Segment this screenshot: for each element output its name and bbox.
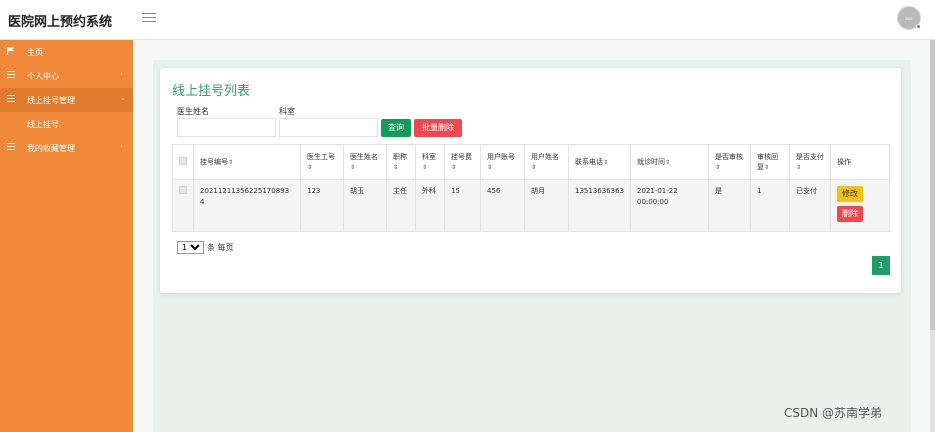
col-header[interactable]: 医生工号⇕ bbox=[300, 144, 344, 180]
sort-icon: ⇕ bbox=[665, 158, 671, 166]
sidebar-item-label: 线上挂号管理 bbox=[27, 96, 75, 105]
cell-id: 20211211356225170893 4 bbox=[193, 179, 301, 232]
sort-icon: ⇕ bbox=[531, 163, 537, 171]
batch-delete-button[interactable]: 批量删除 bbox=[414, 119, 462, 137]
sidebar-item-label: 我的收藏管理 bbox=[27, 144, 75, 153]
scrollbar-thumb[interactable] bbox=[930, 40, 935, 330]
app-title: 医院网上预约系统 bbox=[8, 15, 113, 30]
col-header[interactable]: 职称⇕ bbox=[386, 144, 416, 180]
col-header[interactable]: 医生姓名⇕ bbox=[343, 144, 387, 180]
per-page-suffix: 条 每页 bbox=[207, 243, 234, 252]
sidebar-item-label: 线上挂号 bbox=[27, 120, 59, 129]
pagination-page-1[interactable]: 1 bbox=[872, 256, 890, 275]
col-header[interactable]: 科室⇕ bbox=[415, 144, 445, 180]
sort-icon: ⇕ bbox=[393, 163, 399, 171]
edit-button[interactable]: 修改 bbox=[837, 186, 863, 202]
cell-actions: 修改 删除 bbox=[830, 179, 890, 232]
col-header[interactable]: 是否支付⇕ bbox=[789, 144, 831, 180]
sort-icon: ⇕ bbox=[603, 158, 609, 166]
col-header[interactable]: 联系电话⇕ bbox=[568, 144, 631, 180]
col-header[interactable]: 挂号费⇕ bbox=[444, 144, 481, 180]
sort-icon: ⇕ bbox=[422, 163, 428, 171]
sidebar-item-label: 主页 bbox=[27, 48, 43, 57]
cell-title: 主任 bbox=[386, 179, 416, 232]
sidebar-item-registration-manage[interactable]: 线上挂号管理 ⌄ bbox=[0, 88, 133, 112]
sidebar-item-personal-center[interactable]: 个人中心 ‹ bbox=[0, 64, 133, 88]
sidebar: 主页 个人中心 ‹ 线上挂号管理 ⌄ 线上挂号 我的收藏管理 ‹ bbox=[0, 40, 133, 432]
watermark: CSDN @苏南学弟 bbox=[784, 406, 883, 420]
chevron-down-icon: ⌄ bbox=[120, 94, 126, 102]
sort-icon: ⇕ bbox=[451, 163, 457, 171]
sort-icon: ⇕ bbox=[350, 163, 356, 171]
select-all-header[interactable] bbox=[172, 144, 194, 180]
cell-doctor-name: 胡玉 bbox=[343, 179, 387, 232]
list-icon bbox=[7, 143, 15, 151]
query-button[interactable]: 查询 bbox=[381, 119, 411, 137]
per-page-control: 10 条 每页 bbox=[177, 241, 234, 254]
list-icon bbox=[7, 71, 15, 79]
menu-toggle-icon[interactable] bbox=[142, 10, 156, 24]
delete-button[interactable]: 删除 bbox=[837, 206, 863, 222]
cell-reviewed: 是 bbox=[708, 179, 751, 232]
sort-icon: ⇕ bbox=[228, 158, 234, 166]
sort-icon: ⇕ bbox=[796, 163, 802, 171]
row-checkbox[interactable] bbox=[179, 186, 187, 194]
registration-table: 挂号编号⇕ 医生工号⇕ 医生姓名⇕ 职称⇕ 科室⇕ 挂号费⇕ 用户账号⇕ 用户姓… bbox=[172, 144, 890, 232]
sort-icon: ⇕ bbox=[764, 163, 770, 171]
sidebar-subitem-online-registration[interactable]: 线上挂号 bbox=[0, 112, 133, 136]
col-header[interactable]: 是否审核⇕ bbox=[708, 144, 751, 180]
sort-icon: ⇕ bbox=[487, 163, 493, 171]
col-header[interactable]: 用户账号⇕ bbox=[480, 144, 525, 180]
panel-title: 线上挂号列表 bbox=[172, 84, 251, 99]
col-header[interactable]: 挂号编号⇕ bbox=[193, 144, 301, 180]
cell-visit-time: 2021-01-22 00:00:00 bbox=[630, 179, 709, 232]
sort-icon: ⇕ bbox=[715, 163, 721, 171]
top-bar: 医院网上预约系统 bus bbox=[0, 0, 935, 40]
cell-user-name: 胡月 bbox=[524, 179, 569, 232]
cell-phone: 13513636363 bbox=[568, 179, 631, 232]
chevron-left-icon: ‹ bbox=[120, 70, 123, 78]
registration-list-panel: 线上挂号列表 医生姓名 科室 查询 批量删除 挂号编号⇕ 医生工号⇕ 医生姓名⇕… bbox=[160, 68, 901, 293]
select-all-checkbox[interactable] bbox=[179, 156, 187, 165]
col-header[interactable]: 就诊时间⇕ bbox=[630, 144, 709, 180]
cell-fee: 15 bbox=[444, 179, 481, 232]
department-input[interactable] bbox=[279, 118, 378, 137]
doctor-name-label: 医生姓名 bbox=[177, 107, 209, 116]
col-header[interactable]: 审核回复⇕ bbox=[750, 144, 790, 180]
list-icon bbox=[7, 95, 15, 103]
sidebar-item-favorites-manage[interactable]: 我的收藏管理 ‹ bbox=[0, 136, 133, 160]
cell-account: 456 bbox=[480, 179, 525, 232]
chevron-left-icon: ‹ bbox=[120, 142, 123, 150]
cell-dept: 外科 bbox=[415, 179, 445, 232]
department-label: 科室 bbox=[279, 107, 295, 116]
col-header[interactable]: 用户姓名⇕ bbox=[524, 144, 569, 180]
sidebar-item-home[interactable]: 主页 bbox=[0, 40, 133, 64]
cell-doctor-no: 123 bbox=[300, 179, 344, 232]
table-row: 20211211356225170893 4 123 胡玉 主任 外科 15 4… bbox=[172, 179, 890, 232]
online-status-dot bbox=[916, 24, 921, 29]
per-page-select[interactable]: 10 bbox=[177, 241, 204, 254]
col-header-actions: 操作 bbox=[830, 144, 890, 180]
table-header-row: 挂号编号⇕ 医生工号⇕ 医生姓名⇕ 职称⇕ 科室⇕ 挂号费⇕ 用户账号⇕ 用户姓… bbox=[172, 144, 890, 180]
cell-paid: 已支付 bbox=[789, 179, 831, 232]
sidebar-item-label: 个人中心 bbox=[27, 72, 59, 81]
sort-icon: ⇕ bbox=[307, 163, 313, 171]
cell-reply: 1 bbox=[750, 179, 790, 232]
flag-icon bbox=[7, 47, 14, 55]
doctor-name-input[interactable] bbox=[177, 118, 276, 137]
